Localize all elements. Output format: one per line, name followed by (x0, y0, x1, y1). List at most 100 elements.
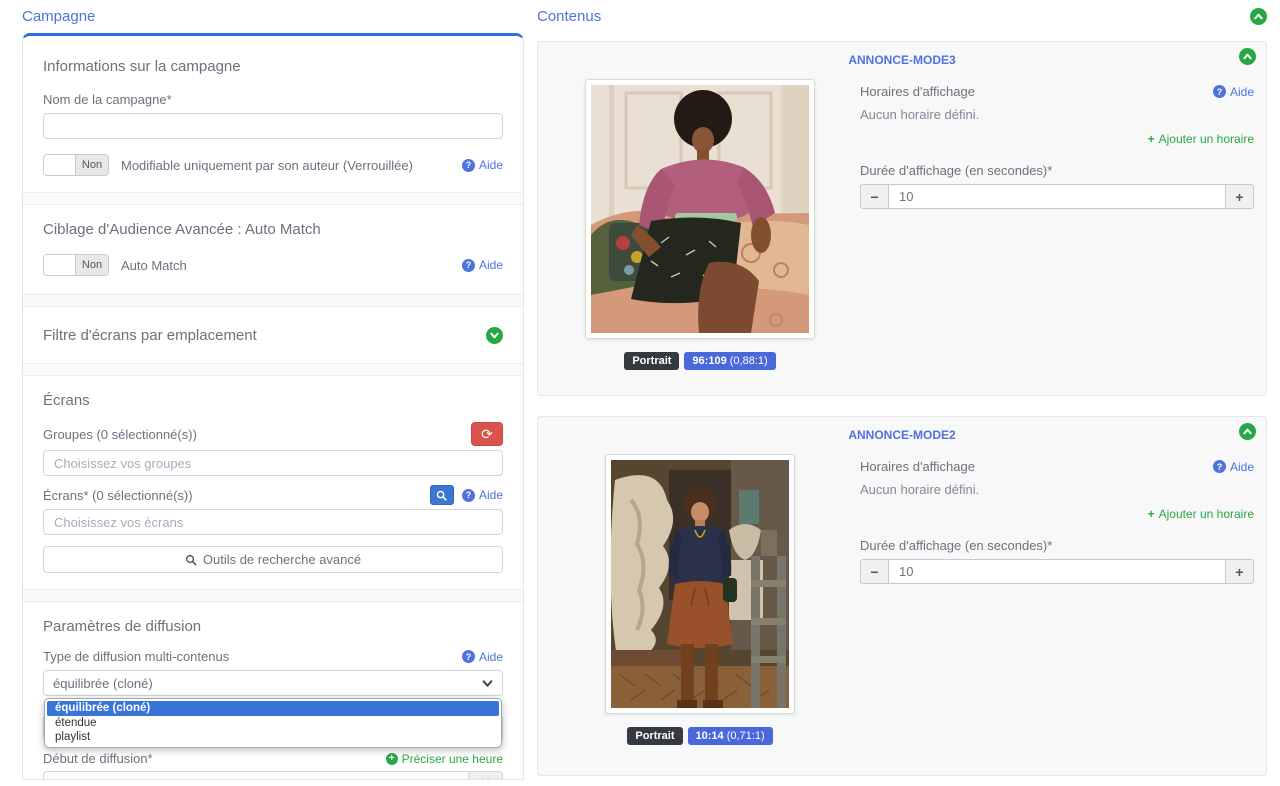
refresh-icon: ⟳ (481, 426, 493, 443)
orientation-badge: Portrait (627, 727, 682, 745)
section-heading-diffusion: Paramètres de diffusion (43, 618, 503, 635)
ratio-badge: 10:14 (0,71:1) (688, 727, 773, 745)
campaign-name-label: Nom de la campagne* (43, 92, 503, 107)
schedule-label: Horaires d'affichage (860, 459, 975, 474)
campaign-panel: Campagne Informations sur la campagne No… (22, 8, 524, 780)
locked-toggle[interactable]: Non (43, 154, 109, 176)
help-icon: ? (462, 489, 475, 502)
section-heading-screens: Écrans (43, 392, 503, 409)
calendar-icon (479, 778, 492, 781)
set-start-time-link[interactable]: + Préciser une heure (386, 752, 503, 766)
start-date-label: Début de diffusion* (43, 751, 153, 766)
help-icon: ? (1213, 85, 1226, 98)
content-fields: Horaires d'affichage ? Aide Aucun horair… (860, 79, 1254, 370)
help-icon: ? (462, 259, 475, 272)
toggle-knob (44, 155, 76, 175)
help-icon: ? (1213, 460, 1226, 473)
dropdown-option-equilibree[interactable]: équilibrée (cloné) (47, 701, 499, 716)
toggle-off-label: Non (76, 155, 108, 175)
section-heading-informations: Informations sur la campagne (43, 58, 503, 75)
plus-icon: + (1148, 132, 1155, 146)
selected-option: équilibrée (cloné) (53, 676, 153, 691)
section-audience: Ciblage d'Audience Avancée : Auto Match … (43, 205, 503, 294)
groups-label: Groupes (0 sélectionné(s)) (43, 427, 197, 442)
section-screens: Écrans Groupes (0 sélectionné(s)) ⟳ Écra… (43, 376, 503, 589)
diffusion-type-dropdown: équilibrée (cloné) étendue playlist (44, 698, 502, 748)
section-divider (23, 589, 523, 602)
minus-button[interactable]: − (860, 559, 889, 584)
campaign-name-input[interactable] (43, 113, 503, 139)
campaign-card: Informations sur la campagne Nom de la c… (22, 33, 524, 780)
dropdown-option-etendue[interactable]: étendue (47, 716, 499, 731)
help-link-schedule[interactable]: ? Aide (1213, 460, 1254, 474)
section-diffusion: Paramètres de diffusion Type de diffusio… (43, 602, 503, 780)
section-divider (23, 363, 523, 376)
help-link-locked[interactable]: ? Aide (462, 158, 503, 172)
content-media: Portrait 96:109 (0,88:1) (550, 79, 850, 370)
duration-stepper: − + (860, 184, 1254, 209)
chevron-up-icon[interactable] (1239, 48, 1256, 65)
help-link-schedule[interactable]: ? Aide (1213, 85, 1254, 99)
section-filter: Filtre d'écrans par emplacement (43, 307, 503, 363)
start-date-input[interactable] (43, 771, 469, 780)
dropdown-option-playlist[interactable]: playlist (47, 730, 499, 745)
diffusion-type-select[interactable]: équilibrée (cloné) (43, 670, 503, 696)
content-photo-frame (585, 79, 815, 339)
plus-icon: + (386, 753, 398, 765)
section-heading-filter: Filtre d'écrans par emplacement (43, 327, 257, 344)
chevron-down-icon[interactable] (486, 327, 503, 344)
chevron-down-icon (482, 678, 493, 689)
locked-toggle-label: Modifiable uniquement par son auteur (Ve… (121, 158, 413, 173)
contents-panel: Contenus ANNONCE-MODE3 (537, 8, 1267, 776)
groups-input[interactable] (43, 450, 503, 476)
screens-label: Écrans* (0 sélectionné(s)) (43, 488, 193, 503)
schedule-empty-text: Aucun horaire défini. (860, 482, 1254, 497)
content-media: Portrait 10:14 (0,71:1) (550, 454, 850, 745)
search-screens-button[interactable] (430, 485, 454, 505)
chevron-up-icon[interactable] (1250, 8, 1267, 25)
duration-label: Durée d'affichage (en secondes)* (860, 538, 1254, 553)
screens-input[interactable] (43, 509, 503, 535)
schedule-label: Horaires d'affichage (860, 84, 975, 99)
search-icon (185, 554, 197, 566)
duration-label: Durée d'affichage (en secondes)* (860, 163, 1254, 178)
content-fields: Horaires d'affichage ? Aide Aucun horair… (860, 454, 1254, 745)
content-card-annonce-mode2: ANNONCE-MODE2 (537, 416, 1267, 776)
content-title: ANNONCE-MODE2 (550, 428, 1254, 442)
automatch-toggle-label: Auto Match (121, 258, 187, 273)
refresh-button[interactable]: ⟳ (471, 422, 503, 446)
add-schedule-link[interactable]: + Ajouter un horaire (1148, 132, 1254, 146)
advanced-search-button[interactable]: Outils de recherche avancé (43, 546, 503, 573)
diffusion-type-label: Type de diffusion multi-contenus (43, 649, 229, 664)
page-title-campagne: Campagne (22, 8, 524, 25)
page-title-contenus: Contenus (537, 8, 601, 25)
ratio-badge: 96:109 (0,88:1) (684, 352, 775, 370)
add-schedule-link[interactable]: + Ajouter un horaire (1148, 507, 1254, 521)
content-photo-annonce-mode2 (611, 460, 789, 708)
minus-button[interactable]: − (860, 184, 889, 209)
toggle-knob (44, 255, 76, 275)
help-link-diffusion[interactable]: ? Aide (462, 650, 503, 664)
help-link-screens[interactable]: ? Aide (462, 488, 503, 502)
section-divider (23, 192, 523, 205)
chevron-up-icon[interactable] (1239, 423, 1256, 440)
plus-button[interactable]: + (1225, 559, 1254, 584)
help-link-automatch[interactable]: ? Aide (462, 258, 503, 272)
content-photo-annonce-mode3 (591, 85, 809, 333)
duration-stepper: − + (860, 559, 1254, 584)
content-title: ANNONCE-MODE3 (550, 53, 1254, 67)
content-card-annonce-mode3: ANNONCE-MODE3 (537, 41, 1267, 396)
section-informations: Informations sur la campagne Nom de la c… (43, 36, 503, 192)
start-date-calendar-button[interactable] (469, 771, 503, 780)
help-icon: ? (462, 159, 475, 172)
schedule-empty-text: Aucun horaire défini. (860, 107, 1254, 122)
plus-button[interactable]: + (1225, 184, 1254, 209)
duration-input[interactable] (889, 559, 1225, 584)
toggle-off-label: Non (76, 255, 108, 275)
orientation-badge: Portrait (624, 352, 679, 370)
automatch-toggle[interactable]: Non (43, 254, 109, 276)
search-icon (436, 490, 447, 501)
content-photo-frame (605, 454, 795, 714)
duration-input[interactable] (889, 184, 1225, 209)
section-heading-audience: Ciblage d'Audience Avancée : Auto Match (43, 221, 503, 238)
